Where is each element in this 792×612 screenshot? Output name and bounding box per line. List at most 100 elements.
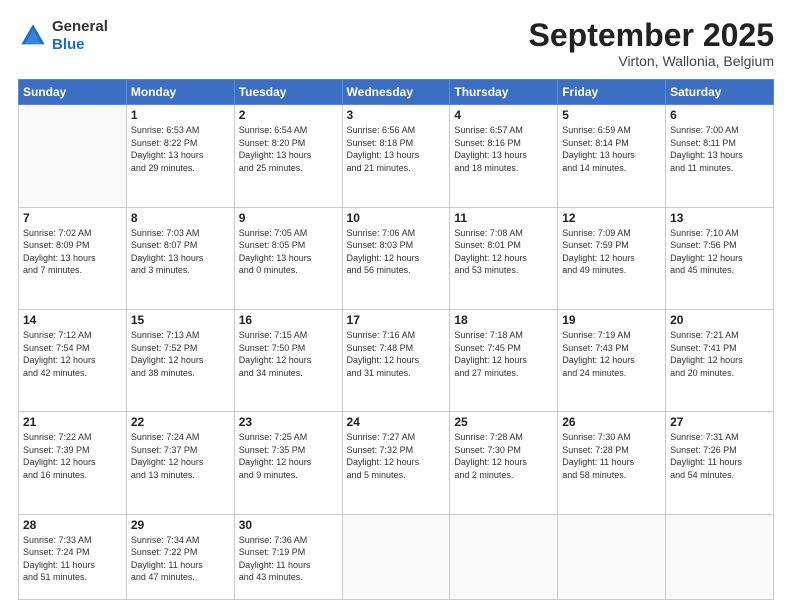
day-number: 27 bbox=[670, 415, 769, 429]
calendar-cell: 10 Sunrise: 7:06 AM Sunset: 8:03 PM Dayli… bbox=[342, 207, 450, 309]
calendar-cell: 27 Sunrise: 7:31 AM Sunset: 7:26 PM Dayli… bbox=[666, 412, 774, 514]
header: General Blue September 2025 Virton, Wall… bbox=[18, 18, 774, 69]
day-info: Sunrise: 7:13 AM Sunset: 7:52 PM Dayligh… bbox=[131, 329, 230, 379]
weekday-header-wednesday: Wednesday bbox=[342, 80, 450, 105]
month-title: September 2025 bbox=[529, 18, 774, 53]
day-number: 3 bbox=[347, 108, 446, 122]
day-info: Sunrise: 7:27 AM Sunset: 7:32 PM Dayligh… bbox=[347, 431, 446, 481]
calendar-cell bbox=[558, 514, 666, 599]
day-number: 4 bbox=[454, 108, 553, 122]
calendar-cell: 3 Sunrise: 6:56 AM Sunset: 8:18 PM Daylig… bbox=[342, 105, 450, 207]
day-number: 14 bbox=[23, 313, 122, 327]
day-info: Sunrise: 7:15 AM Sunset: 7:50 PM Dayligh… bbox=[239, 329, 338, 379]
day-info: Sunrise: 7:02 AM Sunset: 8:09 PM Dayligh… bbox=[23, 227, 122, 277]
calendar-cell: 18Sunrise: 7:18 AM Sunset: 7:45 PM Dayli… bbox=[450, 309, 558, 411]
location-subtitle: Virton, Wallonia, Belgium bbox=[529, 53, 774, 69]
day-number: 19 bbox=[562, 313, 661, 327]
day-info: Sunrise: 7:10 AM Sunset: 7:56 PM Dayligh… bbox=[670, 227, 769, 277]
day-info: Sunrise: 7:16 AM Sunset: 7:48 PM Dayligh… bbox=[347, 329, 446, 379]
calendar-cell: 6Sunrise: 7:00 AM Sunset: 8:11 PM Daylig… bbox=[666, 105, 774, 207]
day-number: 1 bbox=[131, 108, 230, 122]
calendar-cell: 19 Sunrise: 7:19 AM Sunset: 7:43 PM Dayli… bbox=[558, 309, 666, 411]
day-info: Sunrise: 7:03 AM Sunset: 8:07 PM Dayligh… bbox=[131, 227, 230, 277]
day-number: 30 bbox=[239, 518, 338, 532]
day-info: Sunrise: 6:56 AM Sunset: 8:18 PM Dayligh… bbox=[347, 124, 446, 174]
calendar-cell: 2 Sunrise: 6:54 AM Sunset: 8:20 PM Daylig… bbox=[234, 105, 342, 207]
calendar-cell: 26 Sunrise: 7:30 AM Sunset: 7:28 PM Dayli… bbox=[558, 412, 666, 514]
day-number: 17 bbox=[347, 313, 446, 327]
calendar-cell: 25 Sunrise: 7:28 AM Sunset: 7:30 PM Dayli… bbox=[450, 412, 558, 514]
calendar-table: SundayMondayTuesdayWednesdayThursdayFrid… bbox=[18, 79, 774, 600]
day-info: Sunrise: 7:30 AM Sunset: 7:28 PM Dayligh… bbox=[562, 431, 661, 481]
day-number: 5 bbox=[562, 108, 661, 122]
calendar-header-row: SundayMondayTuesdayWednesdayThursdayFrid… bbox=[19, 80, 774, 105]
day-info: Sunrise: 6:57 AM Sunset: 8:16 PM Dayligh… bbox=[454, 124, 553, 174]
calendar-cell: 21Sunrise: 7:22 AM Sunset: 7:39 PM Dayli… bbox=[19, 412, 127, 514]
calendar-cell: 12 Sunrise: 7:09 AM Sunset: 7:59 PM Dayli… bbox=[558, 207, 666, 309]
calendar-cell bbox=[666, 514, 774, 599]
calendar-cell: 4 Sunrise: 6:57 AM Sunset: 8:16 PM Daylig… bbox=[450, 105, 558, 207]
day-info: Sunrise: 6:53 AM Sunset: 8:22 PM Dayligh… bbox=[131, 124, 230, 174]
day-info: Sunrise: 7:34 AM Sunset: 7:22 PM Dayligh… bbox=[131, 534, 230, 584]
calendar-cell: 29Sunrise: 7:34 AM Sunset: 7:22 PM Dayli… bbox=[126, 514, 234, 599]
calendar-cell: 14 Sunrise: 7:12 AM Sunset: 7:54 PM Dayli… bbox=[19, 309, 127, 411]
day-number: 20 bbox=[670, 313, 769, 327]
logo: General Blue bbox=[18, 18, 108, 54]
day-info: Sunrise: 7:19 AM Sunset: 7:43 PM Dayligh… bbox=[562, 329, 661, 379]
calendar-cell: 22 Sunrise: 7:24 AM Sunset: 7:37 PM Dayli… bbox=[126, 412, 234, 514]
calendar-cell: 9 Sunrise: 7:05 AM Sunset: 8:05 PM Daylig… bbox=[234, 207, 342, 309]
title-block: September 2025 Virton, Wallonia, Belgium bbox=[529, 18, 774, 69]
calendar-cell bbox=[19, 105, 127, 207]
day-number: 7 bbox=[23, 211, 122, 225]
day-number: 18 bbox=[454, 313, 553, 327]
calendar-cell bbox=[450, 514, 558, 599]
calendar-cell: 23 Sunrise: 7:25 AM Sunset: 7:35 PM Dayli… bbox=[234, 412, 342, 514]
day-number: 25 bbox=[454, 415, 553, 429]
weekday-header-saturday: Saturday bbox=[666, 80, 774, 105]
calendar-cell: 16 Sunrise: 7:15 AM Sunset: 7:50 PM Dayli… bbox=[234, 309, 342, 411]
day-info: Sunrise: 6:59 AM Sunset: 8:14 PM Dayligh… bbox=[562, 124, 661, 174]
day-number: 15 bbox=[131, 313, 230, 327]
day-info: Sunrise: 6:54 AM Sunset: 8:20 PM Dayligh… bbox=[239, 124, 338, 174]
calendar-cell: 15 Sunrise: 7:13 AM Sunset: 7:52 PM Dayli… bbox=[126, 309, 234, 411]
page: General Blue September 2025 Virton, Wall… bbox=[0, 0, 792, 612]
day-info: Sunrise: 7:36 AM Sunset: 7:19 PM Dayligh… bbox=[239, 534, 338, 584]
day-info: Sunrise: 7:31 AM Sunset: 7:26 PM Dayligh… bbox=[670, 431, 769, 481]
day-info: Sunrise: 7:25 AM Sunset: 7:35 PM Dayligh… bbox=[239, 431, 338, 481]
calendar-cell: 30 Sunrise: 7:36 AM Sunset: 7:19 PM Dayli… bbox=[234, 514, 342, 599]
weekday-header-monday: Monday bbox=[126, 80, 234, 105]
day-number: 2 bbox=[239, 108, 338, 122]
weekday-header-thursday: Thursday bbox=[450, 80, 558, 105]
day-number: 22 bbox=[131, 415, 230, 429]
calendar-cell: 7 Sunrise: 7:02 AM Sunset: 8:09 PM Daylig… bbox=[19, 207, 127, 309]
day-number: 16 bbox=[239, 313, 338, 327]
calendar-cell: 5 Sunrise: 6:59 AM Sunset: 8:14 PM Daylig… bbox=[558, 105, 666, 207]
day-number: 10 bbox=[347, 211, 446, 225]
day-info: Sunrise: 7:00 AM Sunset: 8:11 PM Dayligh… bbox=[670, 124, 769, 174]
day-info: Sunrise: 7:28 AM Sunset: 7:30 PM Dayligh… bbox=[454, 431, 553, 481]
day-number: 13 bbox=[670, 211, 769, 225]
calendar-cell bbox=[342, 514, 450, 599]
calendar-week-row: 14 Sunrise: 7:12 AM Sunset: 7:54 PM Dayli… bbox=[19, 309, 774, 411]
day-number: 23 bbox=[239, 415, 338, 429]
day-info: Sunrise: 7:09 AM Sunset: 7:59 PM Dayligh… bbox=[562, 227, 661, 277]
day-info: Sunrise: 7:05 AM Sunset: 8:05 PM Dayligh… bbox=[239, 227, 338, 277]
day-info: Sunrise: 7:24 AM Sunset: 7:37 PM Dayligh… bbox=[131, 431, 230, 481]
calendar-cell: 13 Sunrise: 7:10 AM Sunset: 7:56 PM Dayli… bbox=[666, 207, 774, 309]
day-number: 8 bbox=[131, 211, 230, 225]
day-info: Sunrise: 7:06 AM Sunset: 8:03 PM Dayligh… bbox=[347, 227, 446, 277]
calendar-cell: 17 Sunrise: 7:16 AM Sunset: 7:48 PM Dayli… bbox=[342, 309, 450, 411]
weekday-header-tuesday: Tuesday bbox=[234, 80, 342, 105]
logo-text: General Blue bbox=[52, 18, 108, 54]
calendar-cell: 11Sunrise: 7:08 AM Sunset: 8:01 PM Dayli… bbox=[450, 207, 558, 309]
weekday-header-sunday: Sunday bbox=[19, 80, 127, 105]
day-number: 26 bbox=[562, 415, 661, 429]
calendar-cell: 20Sunrise: 7:21 AM Sunset: 7:41 PM Dayli… bbox=[666, 309, 774, 411]
calendar-week-row: 1 Sunrise: 6:53 AM Sunset: 8:22 PM Daylig… bbox=[19, 105, 774, 207]
day-info: Sunrise: 7:12 AM Sunset: 7:54 PM Dayligh… bbox=[23, 329, 122, 379]
day-number: 24 bbox=[347, 415, 446, 429]
day-number: 12 bbox=[562, 211, 661, 225]
day-info: Sunrise: 7:33 AM Sunset: 7:24 PM Dayligh… bbox=[23, 534, 122, 584]
day-number: 9 bbox=[239, 211, 338, 225]
calendar-cell: 8 Sunrise: 7:03 AM Sunset: 8:07 PM Daylig… bbox=[126, 207, 234, 309]
